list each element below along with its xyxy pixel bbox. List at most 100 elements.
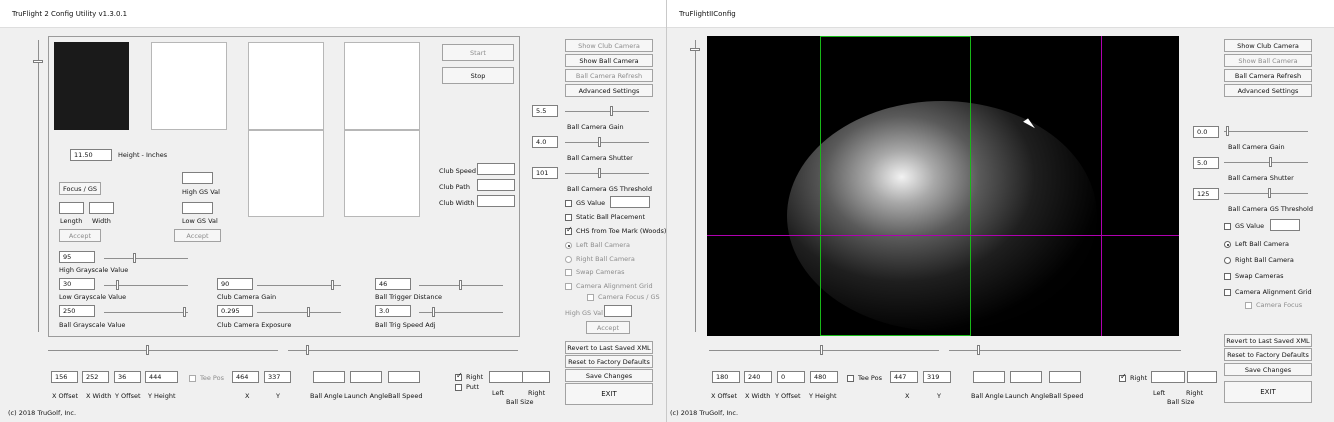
low-grayscale-thumb[interactable]: [116, 280, 119, 290]
right-ball-camera-radio-dot-right[interactable]: [1224, 256, 1231, 264]
exit-button-left[interactable]: EXIT: [565, 383, 653, 405]
ball-size-right-input-left[interactable]: [522, 371, 550, 383]
length-input[interactable]: [59, 202, 84, 214]
right-vertical-slider[interactable]: [690, 40, 700, 332]
save-button-left[interactable]: Save Changes: [565, 369, 653, 382]
left-ball-camera-radio-dot-right[interactable]: [1224, 240, 1231, 248]
ball-camera-shutter-thumb-right[interactable]: [1269, 157, 1272, 167]
club-camera-gain-slider[interactable]: [257, 280, 341, 290]
reset-button-right[interactable]: Reset to Factory Defaults: [1224, 348, 1312, 361]
club-camera-gain-input[interactable]: 90: [217, 278, 253, 290]
tee-pos-checkbox-left[interactable]: Tee Pos: [189, 374, 224, 382]
x-input-left[interactable]: 464: [232, 371, 259, 383]
show-club-camera-button-right[interactable]: Show Club Camera: [1224, 39, 1312, 52]
camera-focus-checkbox-right[interactable]: Camera Focus: [1245, 301, 1302, 309]
camera-alignment-grid-box-right[interactable]: [1224, 288, 1231, 296]
show-ball-camera-button-right[interactable]: Show Ball Camera: [1224, 54, 1312, 67]
club-path-input[interactable]: [477, 179, 515, 191]
club-camera-exposure-input[interactable]: 0.295: [217, 305, 253, 317]
ball-camera-gs-threshold-input-right[interactable]: 125: [1193, 188, 1219, 200]
camera-alignment-grid-checkbox-left[interactable]: Camera Alignment Grid: [565, 282, 653, 290]
launch-angle-input-left[interactable]: [350, 371, 382, 383]
show-ball-camera-button-left[interactable]: Show Ball Camera: [565, 54, 653, 67]
swap-cameras-box-right[interactable]: [1224, 272, 1231, 280]
gs-value-checkbox-right[interactable]: GS Value: [1224, 222, 1264, 230]
left-ball-camera-radio-left[interactable]: Left Ball Camera: [565, 241, 630, 249]
camera-alignment-grid-checkbox-right[interactable]: Camera Alignment Grid: [1224, 288, 1312, 296]
tee-pos-box-right[interactable]: [847, 374, 854, 382]
x-width-input-left[interactable]: 252: [82, 371, 109, 383]
ball-camera-gs-threshold-thumb-left[interactable]: [598, 168, 601, 178]
ball-grayscale-slider[interactable]: [104, 307, 188, 317]
gs-value-checkbox-left[interactable]: GS Value: [565, 199, 605, 207]
left-bottom-slider-1-thumb[interactable]: [146, 345, 149, 355]
ball-angle-input-right[interactable]: [973, 371, 1005, 383]
left-ball-camera-radio-dot-left[interactable]: [565, 241, 572, 249]
accept-left-button[interactable]: Accept: [59, 229, 101, 242]
gs-value-checkbox-box-left[interactable]: [565, 199, 572, 207]
right-bottom-slider-1-thumb[interactable]: [820, 345, 823, 355]
ball-camera-gs-threshold-thumb-right[interactable]: [1268, 188, 1271, 198]
x-width-input-right[interactable]: 240: [744, 371, 772, 383]
putt-checkbox-left[interactable]: Putt: [455, 383, 479, 391]
swap-cameras-box-left[interactable]: [565, 268, 572, 276]
right-ball-camera-radio-dot-left[interactable]: [565, 255, 572, 263]
ball-camera-shutter-input-left[interactable]: 4.0: [532, 136, 558, 148]
width-input[interactable]: [89, 202, 114, 214]
launch-angle-input-right[interactable]: [1010, 371, 1042, 383]
club-speed-input[interactable]: [477, 163, 515, 175]
left-bottom-slider-1[interactable]: [48, 345, 278, 355]
ball-camera-gain-slider-right[interactable]: [1224, 126, 1308, 136]
chs-from-toe-mark-box[interactable]: [565, 226, 573, 235]
gs-value-input-right[interactable]: [1270, 219, 1300, 231]
right-ball-camera-radio-left[interactable]: Right Ball Camera: [565, 255, 635, 263]
ball-trigger-distance-input[interactable]: 46: [375, 278, 411, 290]
ball-camera-gain-thumb-right[interactable]: [1226, 126, 1229, 136]
advanced-settings-button-right[interactable]: Advanced Settings: [1224, 84, 1312, 97]
right-bottom-slider-2-thumb[interactable]: [977, 345, 980, 355]
x-offset-input-left[interactable]: 156: [51, 371, 78, 383]
focus-gs-button[interactable]: Focus / GS: [59, 182, 101, 195]
stop-button[interactable]: Stop: [442, 67, 514, 84]
static-ball-placement-box[interactable]: [565, 213, 572, 221]
club-width-input[interactable]: [477, 195, 515, 207]
high-grayscale-slider[interactable]: [104, 253, 188, 263]
camera-focus-box-right[interactable]: [1245, 301, 1252, 309]
ball-camera-gain-input-left[interactable]: 5.5: [532, 105, 558, 117]
ball-trigger-distance-slider[interactable]: [419, 280, 503, 290]
ball-camera-shutter-thumb-left[interactable]: [598, 137, 601, 147]
right-checkbox-right[interactable]: Right: [1119, 373, 1147, 382]
club-camera-gain-thumb[interactable]: [331, 280, 334, 290]
tee-pos-checkbox-right[interactable]: Tee Pos: [847, 374, 882, 382]
x-input-right[interactable]: 447: [890, 371, 918, 383]
ball-camera-view[interactable]: [707, 36, 1179, 336]
high-gs-input[interactable]: [182, 172, 213, 184]
club-camera-exposure-thumb[interactable]: [307, 307, 310, 317]
ball-trig-speed-input[interactable]: 3.0: [375, 305, 411, 317]
putt-box-left[interactable]: [455, 383, 462, 391]
ball-grayscale-input[interactable]: 250: [59, 305, 95, 317]
right-checkbox-left[interactable]: Right: [455, 372, 483, 381]
ball-trig-speed-slider[interactable]: [419, 307, 503, 317]
ball-camera-gain-slider-left[interactable]: [565, 106, 649, 116]
y-input-right[interactable]: 319: [923, 371, 951, 383]
left-vertical-slider-thumb[interactable]: [33, 60, 43, 63]
right-bottom-slider-1[interactable]: [709, 345, 939, 355]
right-box-right[interactable]: [1119, 373, 1127, 382]
left-ball-camera-radio-right[interactable]: Left Ball Camera: [1224, 240, 1289, 248]
ball-speed-input-right[interactable]: [1049, 371, 1081, 383]
accept-middle-button[interactable]: Accept: [174, 229, 221, 242]
swap-cameras-checkbox-left[interactable]: Swap Cameras: [565, 268, 625, 276]
y-height-input-right[interactable]: 480: [810, 371, 838, 383]
exit-button-right[interactable]: EXIT: [1224, 381, 1312, 403]
static-ball-placement-checkbox[interactable]: Static Ball Placement: [565, 213, 645, 221]
right-vertical-slider-thumb[interactable]: [690, 48, 700, 51]
gs-value-checkbox-box-right[interactable]: [1224, 222, 1231, 230]
ball-trig-speed-thumb[interactable]: [432, 307, 435, 317]
reset-button-left[interactable]: Reset to Factory Defaults: [565, 355, 653, 368]
ball-camera-gain-thumb-left[interactable]: [610, 106, 613, 116]
ball-camera-gain-input-right[interactable]: 0.0: [1193, 126, 1219, 138]
ball-camera-refresh-button-right[interactable]: Ball Camera Refresh: [1224, 69, 1312, 82]
accept-button-right-left[interactable]: Accept: [586, 321, 630, 334]
height-input[interactable]: 11.50: [70, 149, 112, 161]
